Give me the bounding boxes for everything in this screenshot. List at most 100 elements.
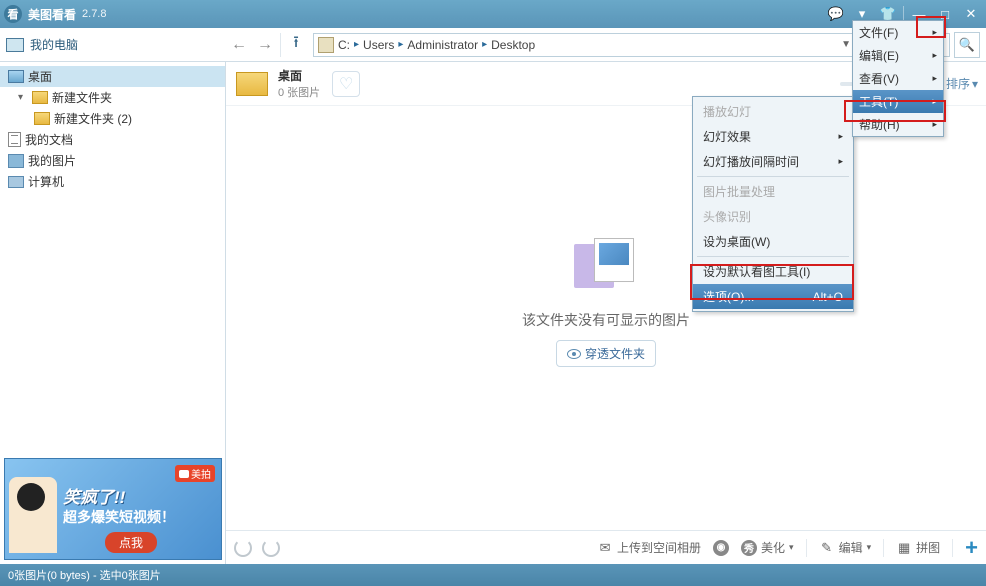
favorite-button[interactable]: ♡ [332,71,360,97]
folder-icon [34,112,50,125]
chevron-down-icon[interactable]: ▼ [841,39,851,50]
pc-icon [6,38,24,52]
menu-slideshow-effect[interactable]: 幻灯效果▸ [693,124,853,149]
penetrate-label: 穿透文件夹 [585,345,645,362]
ad-text-1: 笑疯了!! [63,483,125,508]
folder-name: 桌面 [278,67,320,84]
bc-part[interactable]: Administrator [407,38,478,52]
menu-default-viewer[interactable]: 设为默认看图工具(I) [693,259,853,284]
empty-icon [566,238,646,298]
edit-button[interactable]: ✎编辑▾ [819,539,872,556]
folder-icon [8,70,24,83]
bc-drive-label[interactable]: C: [338,38,350,52]
sort-button[interactable]: 排序 ▾ [946,75,978,92]
tree-label: 计算机 [28,173,64,190]
add-button[interactable]: + [965,535,978,561]
close-button[interactable]: ✕ [960,4,982,24]
weibo-icon[interactable]: ◉ [713,540,729,556]
folder-icon [234,69,270,99]
folder-icon [32,91,48,104]
menu-slideshow-interval[interactable]: 幻灯播放间隔时间▸ [693,149,853,174]
tree-label: 我的文档 [25,131,73,148]
envelope-icon: ✉ [597,540,613,556]
chevron-down-icon: ▾ [972,77,978,91]
image-count: 0 张图片 [278,84,320,100]
ad-badge: 美拍 [175,465,215,482]
status-text: 0张图片(0 bytes) - 选中0张图片 [8,567,161,583]
sidebar-header: 我的电脑 [6,36,226,53]
app-title: 美图看看 [28,6,76,23]
tree-item-newfolder2[interactable]: 新建文件夹 (2) [0,108,225,129]
menu-face: 头像识别 [693,204,853,229]
menu-help[interactable]: 帮助(H)▸ [853,113,943,136]
chevron-right-icon: ▸ [932,96,937,107]
nav-forward-button[interactable]: → [252,32,278,58]
chevron-right-icon: ▸ [354,39,359,50]
sidebar-ad[interactable]: 美拍 笑疯了!! 超多爆笑短视频！ 点我 [4,458,222,560]
sidebar: 桌面 ▾ 新建文件夹 新建文件夹 (2) 我的文档 我的图片 计算机 [0,62,226,564]
menu-slideshow: 播放幻灯 [693,99,853,124]
main-content: 该文件夹没有可显示的图片 穿透文件夹 [226,106,986,530]
speech-icon[interactable]: 💬 [825,4,847,24]
menu-batch: 图片批量处理 [693,179,853,204]
tree-item-mydocs[interactable]: 我的文档 [0,129,225,150]
search-icon: 🔍 [959,37,975,53]
tree-item-newfolder[interactable]: ▾ 新建文件夹 [0,87,225,108]
tree-item-desktop[interactable]: 桌面 [0,66,225,87]
chevron-right-icon: ▸ [932,73,937,84]
xiu-icon: 秀 [741,540,757,556]
separator [883,539,884,557]
menu-tools[interactable]: 工具(T)▸ [853,90,943,113]
menu-separator [697,176,849,177]
rotate-left-icon[interactable] [234,539,252,557]
upload-button[interactable]: ✉上传到空间相册 [597,539,701,556]
heart-icon: ♡ [339,74,353,94]
main-menu-dropdown: 文件(F)▸ 编辑(E)▸ 查看(V)▸ 工具(T)▸ 帮助(H)▸ [852,20,944,137]
eye-icon [567,349,581,359]
separator [806,539,807,557]
menu-edit[interactable]: 编辑(E)▸ [853,44,943,67]
empty-text: 该文件夹没有可显示的图片 [522,310,690,330]
breadcrumb[interactable]: C: ▸ Users ▸ Administrator ▸ Desktop ▼ [313,33,856,57]
chevron-right-icon: ▸ [838,131,843,142]
penetrate-button[interactable]: 穿透文件夹 [556,340,656,367]
chevron-right-icon: ▸ [482,39,487,50]
menu-wallpaper[interactable]: 设为桌面(W) [693,229,853,254]
menu-view[interactable]: 查看(V)▸ [853,67,943,90]
tree-item-mypics[interactable]: 我的图片 [0,150,225,171]
chevron-right-icon: ▸ [838,156,843,167]
separator [952,539,953,557]
tree-label: 我的图片 [28,152,76,169]
camera-icon [179,470,189,478]
grid-icon: ▦ [896,540,912,556]
collapse-icon[interactable]: ▾ [18,92,28,103]
folder-tree: 桌面 ▾ 新建文件夹 新建文件夹 (2) 我的文档 我的图片 计算机 [0,62,225,196]
bc-part[interactable]: Users [363,38,394,52]
bc-part[interactable]: Desktop [491,38,535,52]
tree-label: 新建文件夹 (2) [54,110,132,127]
ad-text-2: 超多爆笑短视频！ [63,507,175,527]
ad-button[interactable]: 点我 [105,532,157,553]
menu-options[interactable]: 选项(O)...Alt+O [693,284,853,309]
sidebar-header-label: 我的电脑 [30,36,78,53]
menu-file[interactable]: 文件(F)▸ [853,21,943,44]
beautify-button[interactable]: 秀美化▾ [741,539,794,556]
search-button[interactable]: 🔍 [954,32,980,58]
nav-up-button[interactable]: ⭱ [283,32,309,58]
chevron-right-icon: ▸ [398,39,403,50]
document-icon [8,132,21,147]
main-footer: ✉上传到空间相册 ◉ 秀美化▾ ✎编辑▾ ▦拼图 + [226,530,986,564]
tile-button[interactable]: ▦拼图 [896,539,940,556]
chevron-right-icon: ▸ [932,119,937,130]
nav-back-button[interactable]: ← [226,32,252,58]
rotate-right-icon[interactable] [262,539,280,557]
chevron-right-icon: ▸ [932,50,937,61]
tree-item-computer[interactable]: 计算机 [0,171,225,192]
chevron-down-icon: ▾ [867,542,872,553]
chevron-down-icon: ▾ [789,542,794,553]
menu-separator [697,256,849,257]
separator [280,33,281,57]
chevron-right-icon: ▸ [932,27,937,38]
main-panel: 桌面 0 张图片 ♡ ▦ 排序 ▾ 该文件夹没有可显示的图片 穿透文件夹 [226,62,986,564]
empty-state: 该文件夹没有可显示的图片 穿透文件夹 [522,238,690,367]
